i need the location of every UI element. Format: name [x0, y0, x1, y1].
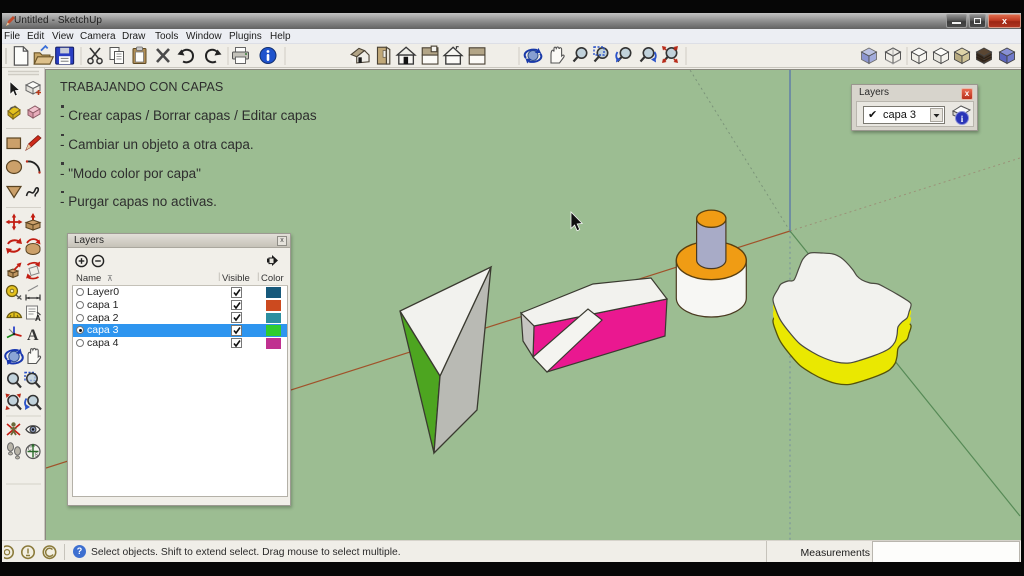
svg-text:C: C [28, 447, 32, 453]
svg-text:A: A [27, 327, 39, 344]
svg-text:A: A [35, 314, 41, 323]
